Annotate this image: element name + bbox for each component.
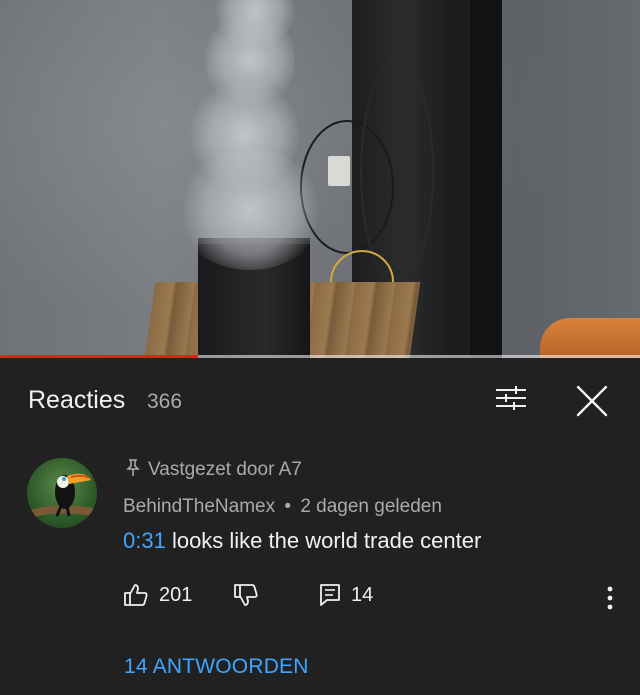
pinned-indicator: Vastgezet door A7 bbox=[126, 459, 302, 481]
toucan-avatar-image bbox=[31, 473, 93, 518]
thumbs-up-icon bbox=[124, 584, 148, 606]
view-replies-link[interactable]: 14 ANTWOORDEN bbox=[124, 655, 309, 679]
like-button[interactable]: 201 bbox=[123, 583, 192, 607]
dislike-button[interactable] bbox=[233, 583, 259, 607]
close-icon[interactable] bbox=[574, 383, 610, 419]
video-frame-pillar-side bbox=[470, 0, 502, 358]
more-options-icon[interactable] bbox=[597, 585, 623, 611]
comments-title: Reacties bbox=[28, 386, 126, 414]
avatar[interactable] bbox=[27, 458, 97, 528]
meta-separator: • bbox=[284, 496, 292, 517]
comment-author[interactable]: BehindTheNamex bbox=[123, 496, 275, 517]
comment-icon bbox=[320, 584, 340, 606]
reply-count: 14 bbox=[351, 583, 374, 606]
comment-time: 2 dagen geleden bbox=[300, 496, 442, 517]
video-progress-bar[interactable] bbox=[0, 355, 640, 358]
pin-icon bbox=[126, 459, 140, 476]
pinned-label: Vastgezet door A7 bbox=[148, 459, 302, 480]
thumbs-down-icon bbox=[234, 584, 258, 606]
like-count: 201 bbox=[159, 583, 193, 606]
comment-meta: BehindTheNamex • 2 dagen geleden bbox=[123, 496, 442, 518]
comment-actions: 201 14 bbox=[123, 583, 623, 613]
timestamp-link[interactable]: 0:31 bbox=[123, 528, 166, 553]
comments-panel: Reacties 366 Vastgezet door A7 BehindThe… bbox=[0, 359, 640, 695]
comment-body: 0:31 looks like the world trade center bbox=[123, 528, 481, 554]
reply-button[interactable]: 14 bbox=[319, 583, 373, 607]
video-frame-cushion bbox=[540, 318, 640, 358]
sort-filter-icon[interactable] bbox=[494, 385, 528, 415]
comment-text: looks like the world trade center bbox=[165, 528, 482, 553]
comments-count: 366 bbox=[147, 390, 183, 413]
video-player[interactable] bbox=[0, 0, 640, 358]
video-progress-fill bbox=[0, 355, 199, 358]
